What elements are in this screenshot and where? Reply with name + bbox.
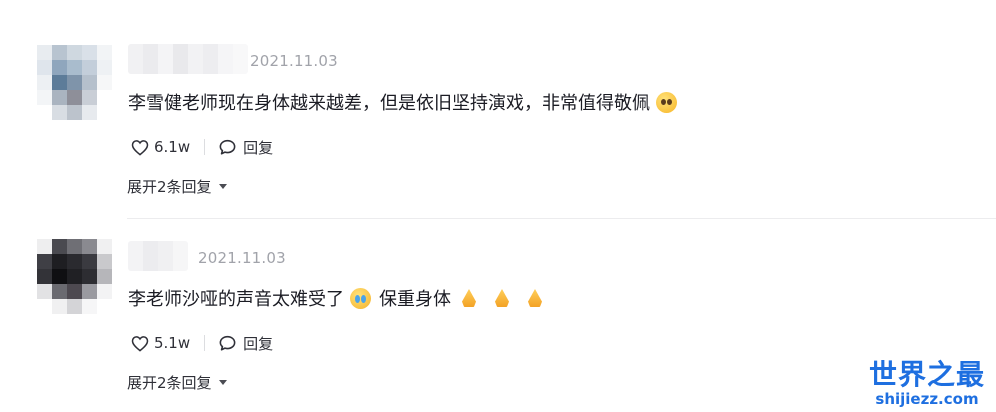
comment-text: 李雪健老师现在身体越来越差，但是依旧坚持演戏，非常值得敬佩 (128, 89, 677, 115)
comment-body: 李雪健老师现在身体越来越差，但是依旧坚持演戏，非常值得敬佩 (128, 93, 650, 114)
folded-hands-emoji-icon (459, 288, 479, 308)
heart-icon[interactable] (131, 139, 149, 156)
caret-down-icon (218, 380, 227, 385)
watermark-title: 世界之最 (868, 358, 985, 391)
comment-date: 2021.11.03 (250, 52, 338, 70)
reply-bubble-icon[interactable] (218, 334, 237, 352)
expand-replies-button[interactable]: 展开2条回复 (127, 176, 227, 197)
expand-replies-label: 展开2条回复 (127, 178, 212, 196)
avatar[interactable] (37, 239, 112, 314)
caret-down-icon (218, 184, 227, 189)
like-count[interactable]: 6.1w (154, 138, 190, 156)
avatar[interactable] (37, 45, 112, 120)
expand-replies-button[interactable]: 展开2条回复 (127, 372, 227, 393)
watermark-url: shijiezz.com (875, 390, 979, 408)
like-count[interactable]: 5.1w (154, 334, 190, 352)
pleading-face-emoji-icon (656, 91, 677, 113)
reply-button[interactable]: 回复 (243, 333, 273, 354)
comment-actions: 5.1w 回复 (131, 332, 273, 354)
username-blurred[interactable] (128, 241, 188, 271)
divider (204, 335, 206, 351)
username-blurred[interactable] (128, 44, 248, 74)
divider (204, 139, 206, 155)
comment-date: 2021.11.03 (198, 249, 286, 267)
folded-hands-emoji-icon (525, 288, 545, 308)
crying-face-emoji-icon (350, 287, 371, 309)
heart-icon[interactable] (131, 335, 149, 352)
comment-body: 李老师沙哑的声音太难受了 (128, 289, 344, 310)
folded-hands-emoji-icon (492, 288, 512, 308)
site-watermark: 世界之最 shijiezz.com (868, 358, 986, 408)
comment-actions: 6.1w 回复 (131, 136, 273, 158)
reply-button[interactable]: 回复 (243, 137, 273, 158)
comment-text: 李老师沙哑的声音太难受了 保重身体 (128, 285, 545, 311)
reply-bubble-icon[interactable] (218, 138, 237, 156)
comment-body-continued: 保重身体 (379, 289, 451, 310)
comment-item: 2021.11.03 李老师沙哑的声音太难受了 保重身体 5.1w 回复 展开2… (0, 196, 996, 392)
comment-item: 2021.11.03 李雪健老师现在身体越来越差，但是依旧坚持演戏，非常值得敬佩… (0, 0, 996, 219)
expand-replies-label: 展开2条回复 (127, 374, 212, 392)
